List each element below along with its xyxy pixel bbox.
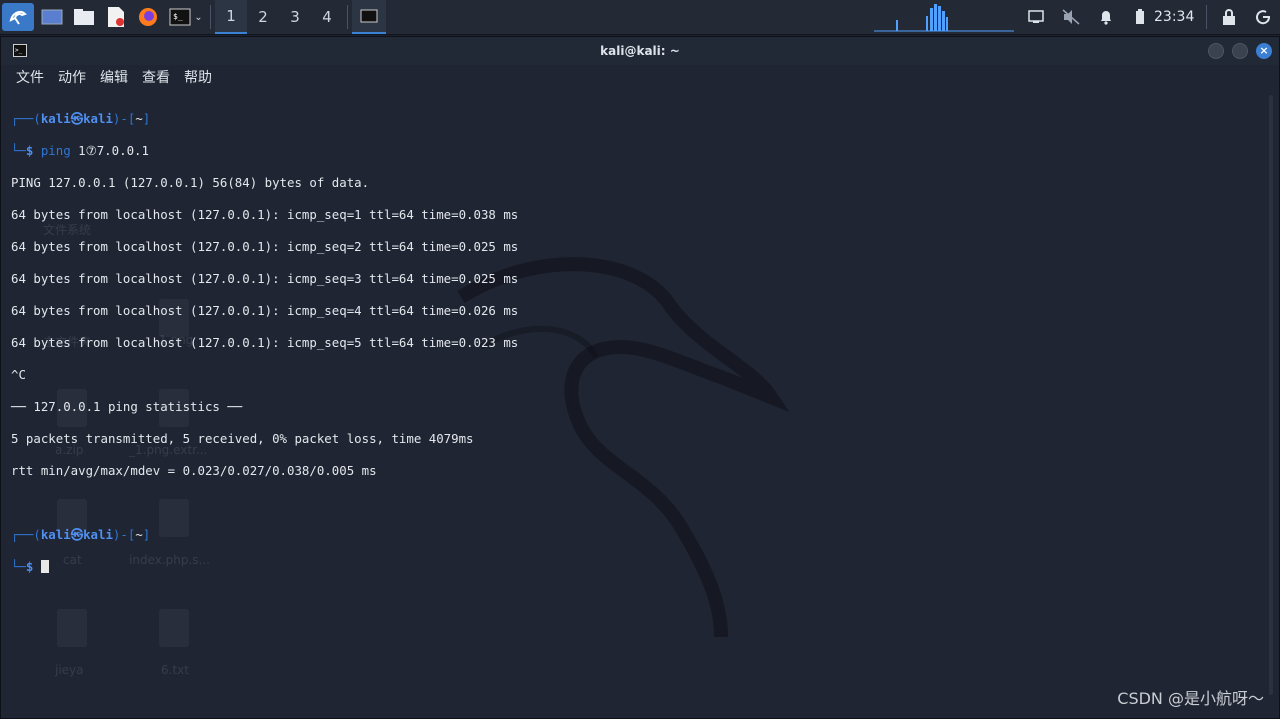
svg-text:$_: $_ [173,12,183,21]
terminal-icon [360,9,378,23]
firefox-button[interactable] [134,3,162,31]
menu-view[interactable]: 查看 [135,65,177,91]
output-line: 64 bytes from localhost (127.0.0.1): icm… [11,271,519,286]
panel-separator [1206,5,1207,29]
workspace-2[interactable]: 2 [247,0,279,34]
output-line: 64 bytes from localhost (127.0.0.1): icm… [11,207,519,222]
terminal-scrollbar[interactable] [1269,95,1273,695]
cpu-graph[interactable] [874,0,1014,34]
output-line: ^C [11,367,26,382]
close-icon: × [1259,44,1269,57]
output-line: 64 bytes from localhost (127.0.0.1): icm… [11,303,519,318]
clock[interactable]: 23:34 [1154,0,1194,34]
command-line: └─$ ping 1⑦7.0.0.1 [11,143,149,158]
command-args: 1⑦7.0.0.1 [78,143,149,158]
output-line: rtt min/avg/max/mdev = 0.023/0.027/0.038… [11,463,377,478]
desktop-icon [41,9,63,25]
window-title: kali@kali: ~ [600,44,680,58]
bell-icon [1101,11,1111,25]
lock-screen-button[interactable] [1219,0,1239,34]
panel-separator [210,5,211,29]
terminal-launcher-button[interactable]: $_ ⌄ [166,3,206,31]
watermark: CSDN @是小航呀～ [1117,689,1264,708]
lock-icon [1223,9,1235,25]
folder-icon [74,9,94,25]
taskbar-terminal-window[interactable] [352,0,386,34]
text-editor-button[interactable] [102,3,130,31]
power-icon [1256,10,1271,25]
volume-button[interactable] [1060,0,1082,34]
kali-menu-button[interactable] [2,3,34,31]
cpu-graph-icon [874,4,1014,32]
menu-actions[interactable]: 动作 [51,65,93,91]
logout-button[interactable] [1253,0,1273,34]
output-line: PING 127.0.0.1 (127.0.0.1) 56(84) bytes … [11,175,370,190]
workspace-3[interactable]: 3 [279,0,311,34]
command-name: ping [40,143,71,158]
text-editor-icon [108,7,124,27]
menu-file[interactable]: 文件 [1,65,51,91]
menu-bar: 文件 动作 编辑 查看 帮助 [1,65,219,91]
show-desktop-button[interactable] [38,3,66,31]
notifications-button[interactable] [1096,0,1116,34]
output-line: 5 packets transmitted, 5 received, 0% pa… [11,431,474,446]
window-titlebar[interactable]: >_ kali@kali: ~ × [1,37,1279,65]
maximize-button[interactable] [1232,43,1248,59]
close-button[interactable]: × [1256,43,1272,59]
kali-logo-icon [9,11,27,25]
terminal-icon: $_ [169,8,191,26]
battery-icon [1136,9,1144,24]
text-cursor [40,560,49,573]
workspace-1[interactable]: 1 [215,0,247,34]
workspace-4[interactable]: 4 [311,0,343,34]
chevron-down-icon[interactable]: ⌄ [194,12,202,23]
top-panel: $_ ⌄ 1 2 3 4 23:34 [0,0,1280,35]
minimize-button[interactable] [1208,43,1224,59]
battery-button[interactable] [1130,0,1150,34]
output-line: 64 bytes from localhost (127.0.0.1): icm… [11,239,519,254]
terminal-output[interactable]: ┌──(kali㉿kali)-[~] └─$ ping 1⑦7.0.0.1 PI… [11,95,1266,695]
volume-muted-icon [1062,9,1080,25]
input-line[interactable]: └─$ [11,559,1266,575]
prompt-line: ┌──(kali㉿kali)-[~] [11,527,151,542]
output-line: 64 bytes from localhost (127.0.0.1): icm… [11,335,519,350]
panel-separator [347,5,348,29]
prompt-line: ┌──(kali㉿kali)-[~] [11,111,151,126]
firefox-icon [139,8,157,26]
file-manager-button[interactable] [70,3,98,31]
terminal-window: 文件系统 主文件夹 1.png a.zip _1.png.extr... cat… [0,36,1280,719]
network-icon [1028,10,1044,23]
menu-help[interactable]: 帮助 [177,65,219,91]
network-button[interactable] [1026,0,1046,34]
output-line: ── 127.0.0.1 ping statistics ── [11,399,243,414]
menu-edit[interactable]: 编辑 [93,65,135,91]
